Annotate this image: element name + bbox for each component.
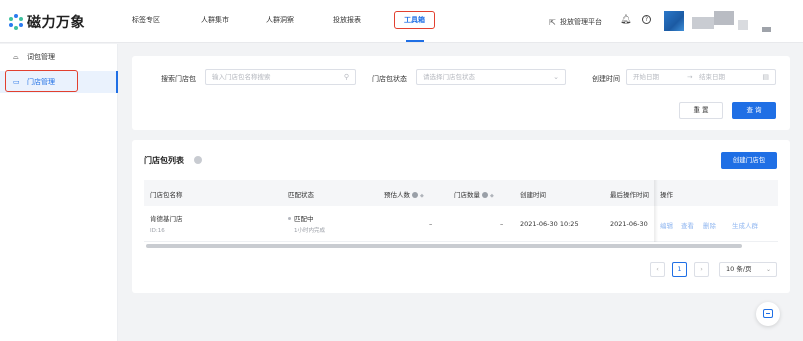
sidebar-highlight-box [5,70,78,92]
brand-logo-icon [8,14,24,30]
created-time: 2021-06-30 10:25 [520,220,579,228]
brand-name: 磁力万象 [27,15,85,31]
username-blurred [738,20,748,30]
table-row: 肯德基门店 ID:16 匹配中 1小时内完成 – – 2021-06-30 10… [144,206,778,242]
nav-item-crowd-insight[interactable]: 人群洞察 [266,15,294,25]
help-circle-icon[interactable] [194,156,202,164]
delete-action[interactable]: 删除 [703,220,716,230]
page-size-select[interactable]: 10 条/页 ⌄ [719,262,777,277]
sidebar-item-label: 词包管理 [27,53,55,61]
updated-time: 2021-06-30 [610,220,648,228]
match-status-label: 匹配中 [294,215,314,223]
feedback-float-button[interactable] [756,302,780,326]
date-range-picker[interactable]: 开始日期 → 结束日期 ▤ [626,69,776,85]
store-count: – [500,220,504,228]
horizontal-scrollbar[interactable] [146,244,742,248]
nav-item-toolbox[interactable]: 工具箱 [394,11,435,29]
chevron-down-icon: ⌄ [553,73,559,81]
filter-panel: 搜索门店包 输入门店包名称搜索 ⚲ 门店包状态 请选择门店包状态 ⌄ 创建时间 … [132,56,790,130]
chevron-down-icon: ⌄ [765,266,771,273]
ad-platform-link[interactable]: ⇱ 投放管理平台 [548,17,602,27]
column-header-label: 预估人数 [384,191,410,199]
search-icon: ⚲ [343,73,349,81]
message-icon [763,309,773,318]
generate-crowd-action[interactable]: 生成人群 [732,220,758,230]
status-label: 门店包状态 [372,75,407,83]
match-status-sub: 1小时内完成 [294,228,325,234]
column-header-name: 门店包名称 [150,191,183,199]
list-title: 门店包列表 [144,156,184,165]
external-link-icon: ⇱ [549,17,556,27]
start-date-placeholder: 开始日期 [633,73,659,81]
nav-item-tag-zone[interactable]: 标签专区 [132,15,160,25]
search-input[interactable]: 输入门店包名称搜索 ⚲ [205,69,356,85]
store-pack-list-panel: 门店包列表 创建门店包 门店包名称 匹配状态 预估人数 ◆ 门店数量 ◆ 创建时间 … [132,140,790,293]
page-size-label: 10 条/页 [726,265,752,273]
status-select[interactable]: 请选择门店包状态 ⌄ [416,69,566,85]
avatar[interactable] [664,11,684,31]
column-header-updated: 最后操作时间 [610,191,649,199]
edit-action[interactable]: 编辑 [660,220,673,230]
username-blurred [714,11,734,25]
sidebar-item-word-pack[interactable]: ⌓ 词包管理 [0,46,118,68]
help-icon[interactable]: ? [642,15,651,24]
nav-item-crowd-market[interactable]: 人群集市 [201,15,229,25]
column-header-status: 匹配状态 [288,191,314,199]
end-date-placeholder: 结束日期 [699,73,725,81]
column-header-label: 门店数量 [454,191,480,199]
calendar-icon: ▤ [762,73,769,81]
store-pack-id: ID:16 [150,228,165,234]
ad-platform-link-label: 投放管理平台 [560,18,602,26]
column-header-created: 创建时间 [520,191,546,199]
store-pack-name: 肯德基门店 [150,215,183,223]
help-circle-icon [482,192,488,198]
prev-page-button[interactable]: ‹ [650,262,665,277]
create-store-pack-button[interactable]: 创建门店包 [721,152,777,169]
page-1-button[interactable]: 1 [672,262,687,277]
active-nav-underline [406,40,424,42]
next-page-button[interactable]: › [694,262,709,277]
view-action[interactable]: 查看 [681,220,694,230]
status-dot-icon [288,217,291,220]
help-circle-icon [412,192,418,198]
column-header-actions: 操作 [660,191,673,199]
brand-logo[interactable]: 磁力万象 [8,12,85,32]
estimated-count: – [429,220,433,228]
column-header-estimated[interactable]: 预估人数 ◆ [384,189,424,199]
status-placeholder: 请选择门店包状态 [423,73,475,81]
bell-icon[interactable]: 🔔︎ [620,15,631,25]
fixed-column-shadow [654,180,658,242]
match-status: 匹配中 [288,213,314,223]
created-time-label: 创建时间 [592,75,620,83]
reset-button[interactable]: 重 置 [679,102,723,119]
range-separator: → [687,73,693,81]
search-placeholder: 输入门店包名称搜索 [212,73,271,81]
username-blurred [762,27,771,32]
sort-icon: ◆ [420,193,424,199]
sort-icon: ◆ [490,193,494,199]
table-header: 门店包名称 匹配状态 预估人数 ◆ 门店数量 ◆ 创建时间 最后操作时间 操作 [144,180,778,206]
nav-item-ad-report[interactable]: 投放报表 [333,15,361,25]
query-button[interactable]: 查 询 [732,102,776,119]
top-nav-bar: 磁力万象 标签专区 人群集市 人群洞察 投放报表 工具箱 ⇱ 投放管理平台 🔔︎… [0,0,803,43]
username-blurred [692,17,714,29]
word-pack-icon: ⌓ [13,52,19,61]
column-header-store-count[interactable]: 门店数量 ◆ [454,189,494,199]
search-label: 搜索门店包 [161,75,196,83]
